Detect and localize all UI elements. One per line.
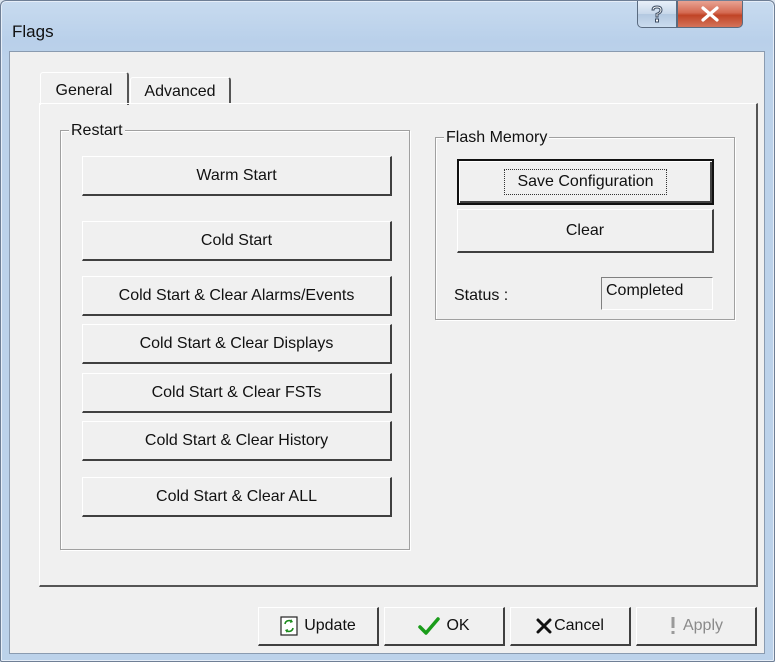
close-icon bbox=[701, 6, 719, 22]
title-bar[interactable]: Flags bbox=[1, 1, 774, 51]
window-title: Flags bbox=[12, 22, 54, 41]
clear-flash-button[interactable]: Clear bbox=[457, 209, 714, 253]
check-icon bbox=[418, 617, 441, 635]
flash-memory-group: Flash Memory Save Configuration Clear St… bbox=[435, 129, 735, 320]
update-icon bbox=[280, 616, 298, 636]
tab-general[interactable]: General bbox=[40, 72, 129, 105]
flash-memory-group-label: Flash Memory bbox=[444, 129, 550, 147]
ok-label: OK bbox=[446, 617, 470, 634]
tab-panel-general: Restart Warm Start Cold Start Cold Start… bbox=[39, 103, 758, 587]
status-label: Status : bbox=[454, 287, 509, 304]
cold-start-clear-fsts-button[interactable]: Cold Start & Clear FSTs bbox=[82, 373, 392, 413]
cold-start-clear-alarms-events-button[interactable]: Cold Start & Clear Alarms/Events bbox=[82, 276, 392, 316]
ok-button[interactable]: OK bbox=[384, 607, 505, 646]
exclamation-icon bbox=[669, 616, 677, 636]
cold-start-clear-all-button[interactable]: Cold Start & Clear ALL bbox=[82, 477, 392, 517]
apply-button[interactable]: Apply bbox=[636, 607, 757, 646]
cold-start-button[interactable]: Cold Start bbox=[82, 221, 392, 261]
cancel-label: Cancel bbox=[554, 617, 604, 634]
help-button[interactable] bbox=[637, 1, 677, 28]
update-button[interactable]: Update bbox=[258, 607, 379, 646]
tab-advanced[interactable]: Advanced bbox=[130, 77, 231, 104]
close-button[interactable] bbox=[677, 1, 743, 28]
cancel-button[interactable]: Cancel bbox=[510, 607, 631, 646]
restart-group: Restart Warm Start Cold Start Cold Start… bbox=[60, 122, 410, 550]
cancel-x-icon bbox=[536, 618, 552, 634]
flags-dialog: Flags General Advanced Restart Warm Star… bbox=[0, 0, 775, 662]
update-label: Update bbox=[304, 617, 356, 634]
warm-start-button[interactable]: Warm Start bbox=[82, 156, 392, 196]
save-configuration-label: Save Configuration bbox=[504, 169, 667, 195]
help-icon bbox=[651, 5, 663, 23]
dialog-client-area: General Advanced Restart Warm Start Cold… bbox=[9, 51, 765, 654]
status-value-field: Completed bbox=[601, 277, 713, 310]
cold-start-clear-history-button[interactable]: Cold Start & Clear History bbox=[82, 421, 392, 461]
restart-group-label: Restart bbox=[69, 122, 125, 140]
cold-start-clear-displays-button[interactable]: Cold Start & Clear Displays bbox=[82, 324, 392, 364]
apply-label: Apply bbox=[682, 617, 724, 634]
save-configuration-button[interactable]: Save Configuration bbox=[457, 159, 714, 205]
